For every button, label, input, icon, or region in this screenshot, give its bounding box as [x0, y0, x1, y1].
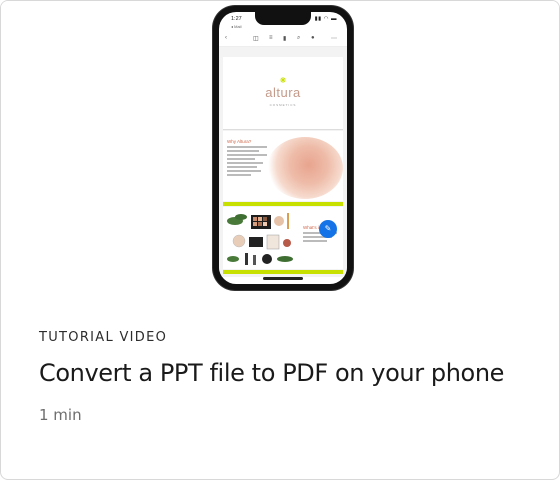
back-chevron-icon: ‹ [225, 35, 227, 41]
logo-star-icon [280, 77, 286, 83]
pdf-document: altura COSMETICS Why Altura? What's insi… [219, 47, 347, 277]
pdf-viewer-toolbar: ‹ ◫ ≡ ▮ ⌕ ● ⋯ [219, 32, 347, 47]
brand-logo-subtext: COSMETICS [269, 103, 297, 107]
video-thumbnail[interactable]: 1:27 ◂ Mail ▮▮ ◠ ▬ ‹ ◫ ≡ ▮ ⌕ ● ⋯ altura … [1, 1, 559, 301]
status-time: 1:27 [231, 16, 242, 22]
powder-image [267, 137, 343, 199]
slide-heading: Why Altura? [227, 139, 252, 144]
content-type-label: TUTORIAL VIDEO [39, 330, 168, 345]
account-icon: ● [311, 35, 315, 41]
slide-why: Why Altura? [223, 131, 343, 201]
bookmark-icon: ▮ [283, 36, 287, 42]
edit-pencil-icon: ✎ [319, 220, 337, 238]
status-bar: 1:27 ◂ Mail ▮▮ ◠ ▬ [231, 16, 337, 29]
accent-bar [223, 202, 343, 206]
brand-logo-text: altura [265, 85, 301, 100]
slide-cover: altura COSMETICS [223, 57, 343, 130]
accent-bar [223, 270, 343, 274]
list-icon: ≡ [269, 35, 273, 41]
search-icon: ⌕ [297, 35, 301, 41]
home-indicator [263, 277, 303, 280]
slide-body-text [227, 146, 267, 178]
video-duration: 1 min [39, 406, 82, 424]
cosmetics-image [227, 213, 293, 265]
view-icon: ◫ [253, 36, 259, 42]
more-icon: ⋯ [331, 36, 337, 42]
status-back-label: ◂ Mail [231, 24, 242, 29]
phone-screen: 1:27 ◂ Mail ▮▮ ◠ ▬ ‹ ◫ ≡ ▮ ⌕ ● ⋯ altura … [219, 12, 347, 284]
signal-wifi-battery-icon: ▮▮ ◠ ▬ [314, 16, 337, 22]
phone-mockup: 1:27 ◂ Mail ▮▮ ◠ ▬ ‹ ◫ ≡ ▮ ⌕ ● ⋯ altura … [213, 6, 353, 290]
slide-inside: What's inside? [223, 207, 343, 269]
card-title[interactable]: Convert a PPT file to PDF on your phone [39, 359, 504, 387]
tutorial-card[interactable]: 1:27 ◂ Mail ▮▮ ◠ ▬ ‹ ◫ ≡ ▮ ⌕ ● ⋯ altura … [0, 0, 560, 480]
